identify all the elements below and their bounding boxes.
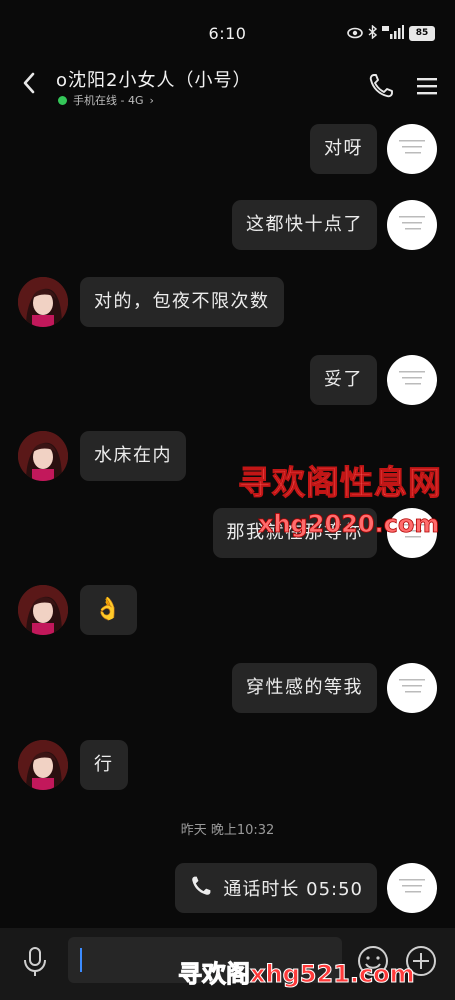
status-bar: 6:10 85	[0, 0, 455, 60]
call-duration-label: 通话时长 05:50	[223, 879, 363, 900]
menu-icon	[413, 78, 441, 104]
avatar-me[interactable]	[387, 863, 437, 913]
watermark-site-name: 寻欢阁性息网	[238, 463, 442, 503]
menu-button[interactable]	[413, 72, 441, 100]
avatar-me[interactable]	[387, 124, 437, 174]
phone-icon	[367, 74, 395, 104]
avatar-peer[interactable]	[18, 431, 68, 481]
back-arrow-icon	[21, 71, 37, 99]
avatar-me[interactable]	[387, 355, 437, 405]
avatar-peer[interactable]	[18, 740, 68, 790]
voice-call-button[interactable]	[367, 72, 395, 100]
chevron-right-icon: ›	[149, 93, 154, 107]
message-row: 行	[0, 740, 455, 794]
chat-title[interactable]: o沈阳2小女人（小号）	[56, 66, 251, 92]
text-cursor	[80, 948, 82, 972]
avatar-me[interactable]	[387, 663, 437, 713]
message-row: 穿性感的等我	[0, 663, 455, 717]
online-status[interactable]: 手机在线 - 4G ›	[58, 92, 154, 108]
message-bubble[interactable]: 妥了	[310, 355, 377, 405]
message-row: 这都快十点了	[0, 200, 455, 254]
signal-icon	[382, 24, 404, 43]
message-bubble[interactable]: 这都快十点了	[232, 200, 377, 250]
voice-input-button[interactable]	[18, 944, 52, 978]
avatar-me[interactable]	[387, 200, 437, 250]
message-bubble[interactable]: 行	[80, 740, 128, 790]
online-indicator	[58, 95, 67, 105]
avatar-peer[interactable]	[18, 585, 68, 635]
battery-indicator: 85	[409, 25, 435, 41]
call-record-bubble[interactable]: 通话时长 05:50	[175, 863, 377, 913]
chat-header: o沈阳2小女人（小号） 手机在线 - 4G ›	[0, 60, 455, 116]
microphone-icon	[18, 947, 52, 982]
phone-call-icon	[189, 874, 213, 903]
message-bubble[interactable]: 👌	[80, 585, 137, 635]
message-bubble[interactable]: 水床在内	[80, 431, 186, 481]
watermark-bottom-banner: 寻欢阁xhg521.com	[178, 960, 416, 989]
message-row: 👌	[0, 585, 455, 639]
bluetooth-icon	[368, 23, 378, 43]
time-divider: 昨天 晚上10:32	[180, 823, 275, 838]
message-bubble[interactable]: 对的，包夜不限次数	[80, 277, 284, 327]
message-bubble[interactable]: 穿性感的等我	[232, 663, 377, 713]
message-row: 对的，包夜不限次数	[0, 277, 455, 331]
status-icons: 85	[347, 23, 435, 43]
eye-icon	[347, 24, 363, 43]
message-row: 对呀	[0, 124, 455, 178]
back-button[interactable]	[14, 70, 44, 100]
message-row: 妥了	[0, 355, 455, 409]
avatar-peer[interactable]	[18, 277, 68, 327]
message-bubble[interactable]: 对呀	[310, 124, 377, 174]
watermark-site-url: xhg2020.com	[258, 510, 440, 539]
online-status-text: 手机在线 - 4G	[73, 94, 144, 107]
